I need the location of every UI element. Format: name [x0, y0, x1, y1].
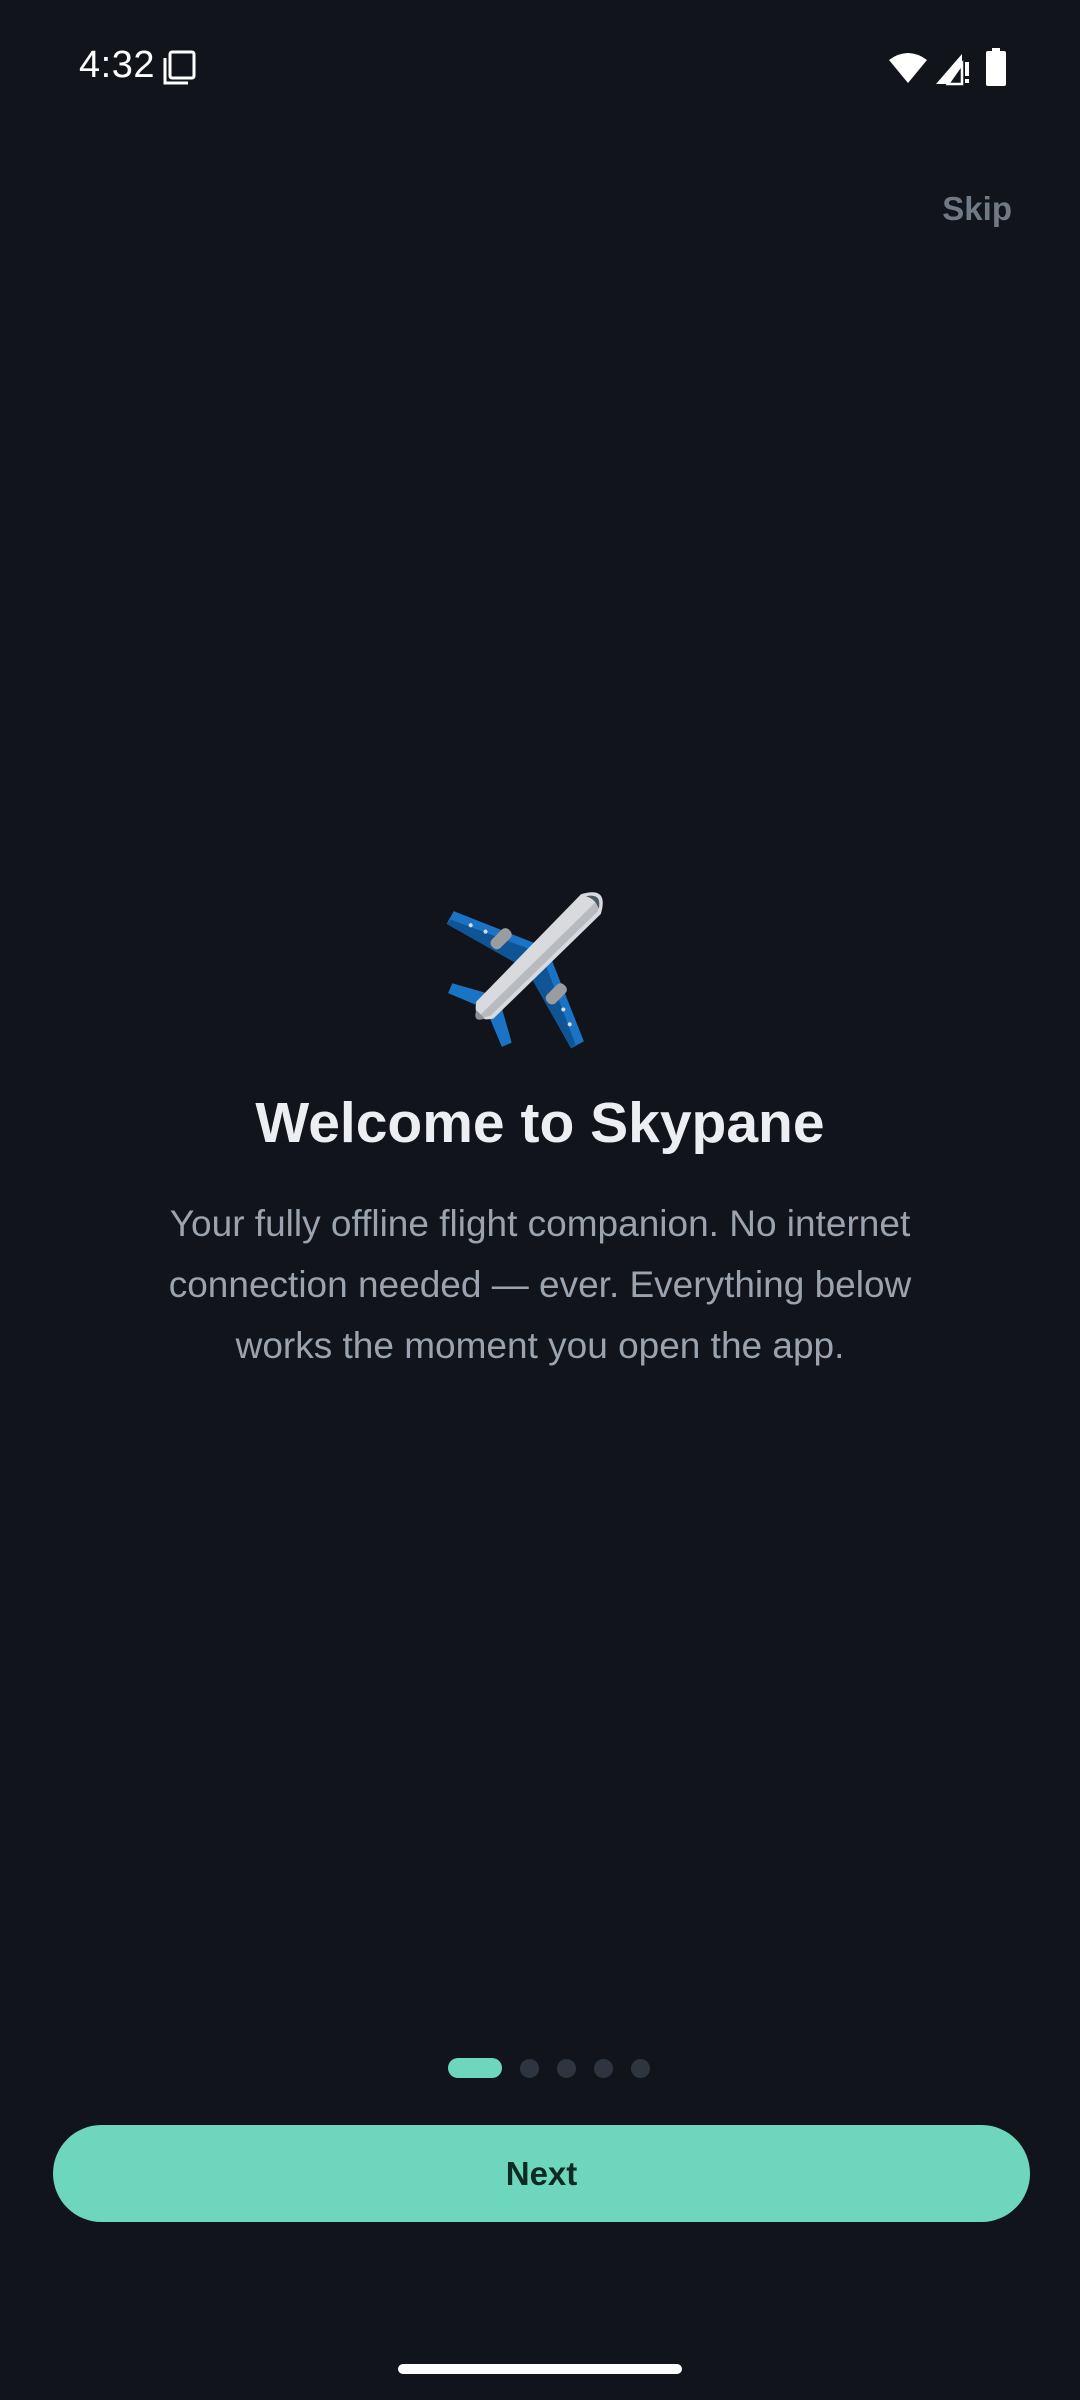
next-button[interactable]: Next	[53, 2125, 1030, 2222]
skip-button[interactable]: Skip	[942, 190, 1012, 228]
signal-icon	[936, 54, 969, 86]
status-time: 4:32	[79, 44, 155, 86]
page-indicator-active	[448, 2058, 502, 2078]
onboarding-screen: 4:32 Skip Welcome to Skypane Your fully …	[0, 0, 1080, 2400]
wifi-icon	[889, 53, 927, 83]
page-indicator-dot	[557, 2058, 576, 2078]
airplane-icon	[440, 855, 640, 1055]
status-bar: 4:32	[0, 0, 1080, 136]
page-indicator-dot	[631, 2058, 650, 2078]
screenshot-icon	[163, 50, 196, 85]
onboarding-title: Welcome to Skypane	[255, 1091, 825, 1155]
page-indicator	[0, 2058, 1080, 2078]
onboarding-description: Your fully offline flight companion. No …	[168, 1203, 912, 1366]
page-indicator-dot	[594, 2058, 613, 2078]
page-indicator-dot	[520, 2058, 539, 2078]
battery-icon	[986, 48, 1006, 86]
home-indicator[interactable]	[398, 2364, 682, 2374]
